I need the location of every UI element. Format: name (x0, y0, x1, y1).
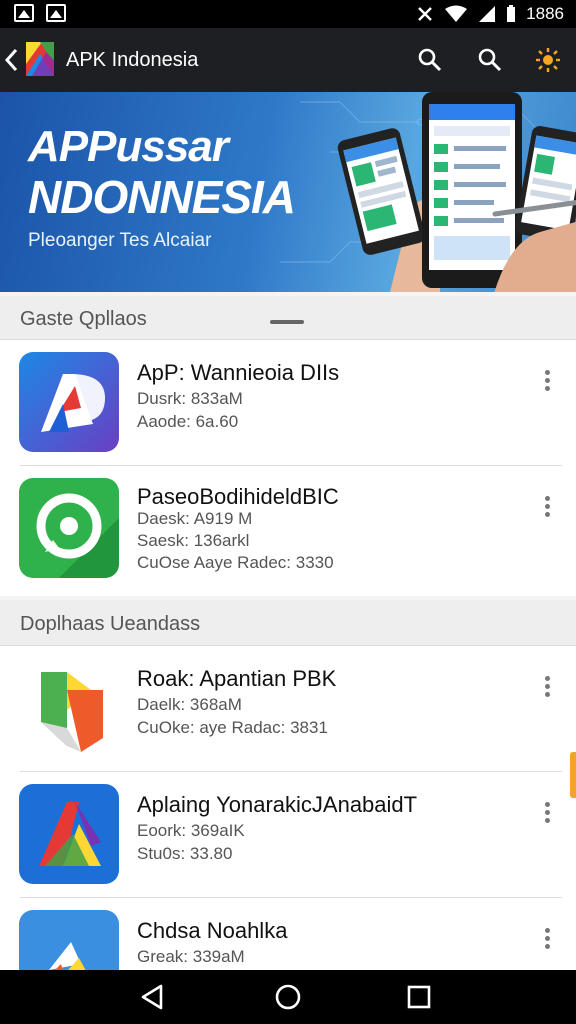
vibrate-icon (418, 7, 433, 21)
banner-subtitle: Pleoanger Tes Alcaiar (28, 230, 212, 251)
app-size: Greak: 339aM (137, 947, 245, 966)
image-icon (46, 4, 66, 22)
app-meta: Aaode: 6a.60 (137, 412, 239, 431)
status-bar: 1886 (0, 0, 576, 28)
search-icon[interactable] (416, 46, 444, 74)
list-item[interactable]: ApP: Wannieoia DIIs Dusrk: 833aM Aaode: … (0, 340, 576, 466)
app-icon (19, 910, 119, 970)
scrollbar-thumb[interactable] (570, 752, 576, 798)
wifi-icon (445, 5, 468, 22)
section-header: Doplhaas Ueandass (0, 600, 576, 646)
more-options-icon[interactable] (540, 370, 554, 398)
app-meta: CuOke: aye Radac: 3831 (137, 718, 328, 737)
app-meta: Saesk: 136arkl (137, 531, 250, 550)
section-label: Gaste Qpllaos (20, 308, 147, 330)
navigation-bar (0, 970, 576, 1024)
signal-icon (479, 6, 496, 22)
more-options-icon[interactable] (540, 802, 554, 830)
app-name: PaseoBodihideldBIC (137, 484, 339, 509)
app-name: Roak: Apantian PBK (137, 666, 337, 691)
back-triangle-icon[interactable] (138, 982, 168, 1012)
banner-title-line1: APPussar (28, 122, 229, 171)
app-name: Chdsa Noahlka (137, 918, 288, 943)
home-circle-icon[interactable] (273, 982, 303, 1012)
app-icon (19, 784, 119, 884)
app-size: Eoork: 369aIK (137, 821, 245, 840)
back-icon[interactable] (2, 46, 22, 74)
section-label: Doplhaas Ueandass (20, 613, 201, 635)
recents-square-icon[interactable] (404, 982, 434, 1012)
app-icon (19, 660, 119, 760)
image-icon (14, 4, 34, 22)
app-bar: APK Indonesia (0, 28, 576, 92)
phones-illustration (337, 92, 576, 292)
app-logo (26, 42, 54, 76)
search-icon[interactable] (476, 46, 504, 74)
app-rating: CuOse Aaye Radec: 3330 (137, 553, 334, 572)
app-icon (19, 352, 119, 452)
more-options-icon[interactable] (540, 928, 554, 956)
drag-handle[interactable] (270, 320, 304, 324)
app-name: ApP: Wannieoia DIIs (137, 360, 340, 385)
app-meta: Stu0s: 33.80 (137, 844, 233, 863)
battery-icon (507, 5, 516, 22)
list-item[interactable]: Aplaing YonarakicJAnabaidT Eoork: 369aIK… (0, 772, 576, 898)
more-options-icon[interactable] (540, 676, 554, 704)
list-item[interactable]: Chdsa Noahlka Greak: 339aM (0, 898, 576, 970)
app-icon (19, 478, 119, 578)
brightness-icon[interactable] (534, 46, 562, 74)
app-list: ApP: Wannieoia DIIs Dusrk: 833aM Aaode: … (0, 340, 576, 596)
app-list: Roak: Apantian PBK Daelk: 368aM CuOke: a… (0, 646, 576, 970)
more-options-icon[interactable] (540, 496, 554, 524)
hero-banner[interactable]: APPussar NDONNESIA Pleoanger Tes Alcaiar (0, 92, 576, 292)
section-header: Gaste Qpllaos (0, 296, 576, 340)
list-item[interactable]: Roak: Apantian PBK Daelk: 368aM CuOke: a… (0, 646, 576, 772)
banner-title-line2: NDONNESIA (28, 171, 296, 223)
status-time: 1886 (526, 4, 564, 23)
app-title: APK Indonesia (66, 49, 199, 71)
app-size: Daelk: 368aM (137, 695, 242, 714)
app-name: Aplaing YonarakicJAnabaidT (137, 792, 418, 817)
list-item[interactable]: PaseoBodihideldBIC Daesk: A919 M Saesk: … (0, 466, 576, 596)
app-size: Dusrk: 833aM (137, 389, 243, 408)
app-size: Daesk: A919 M (137, 509, 253, 528)
